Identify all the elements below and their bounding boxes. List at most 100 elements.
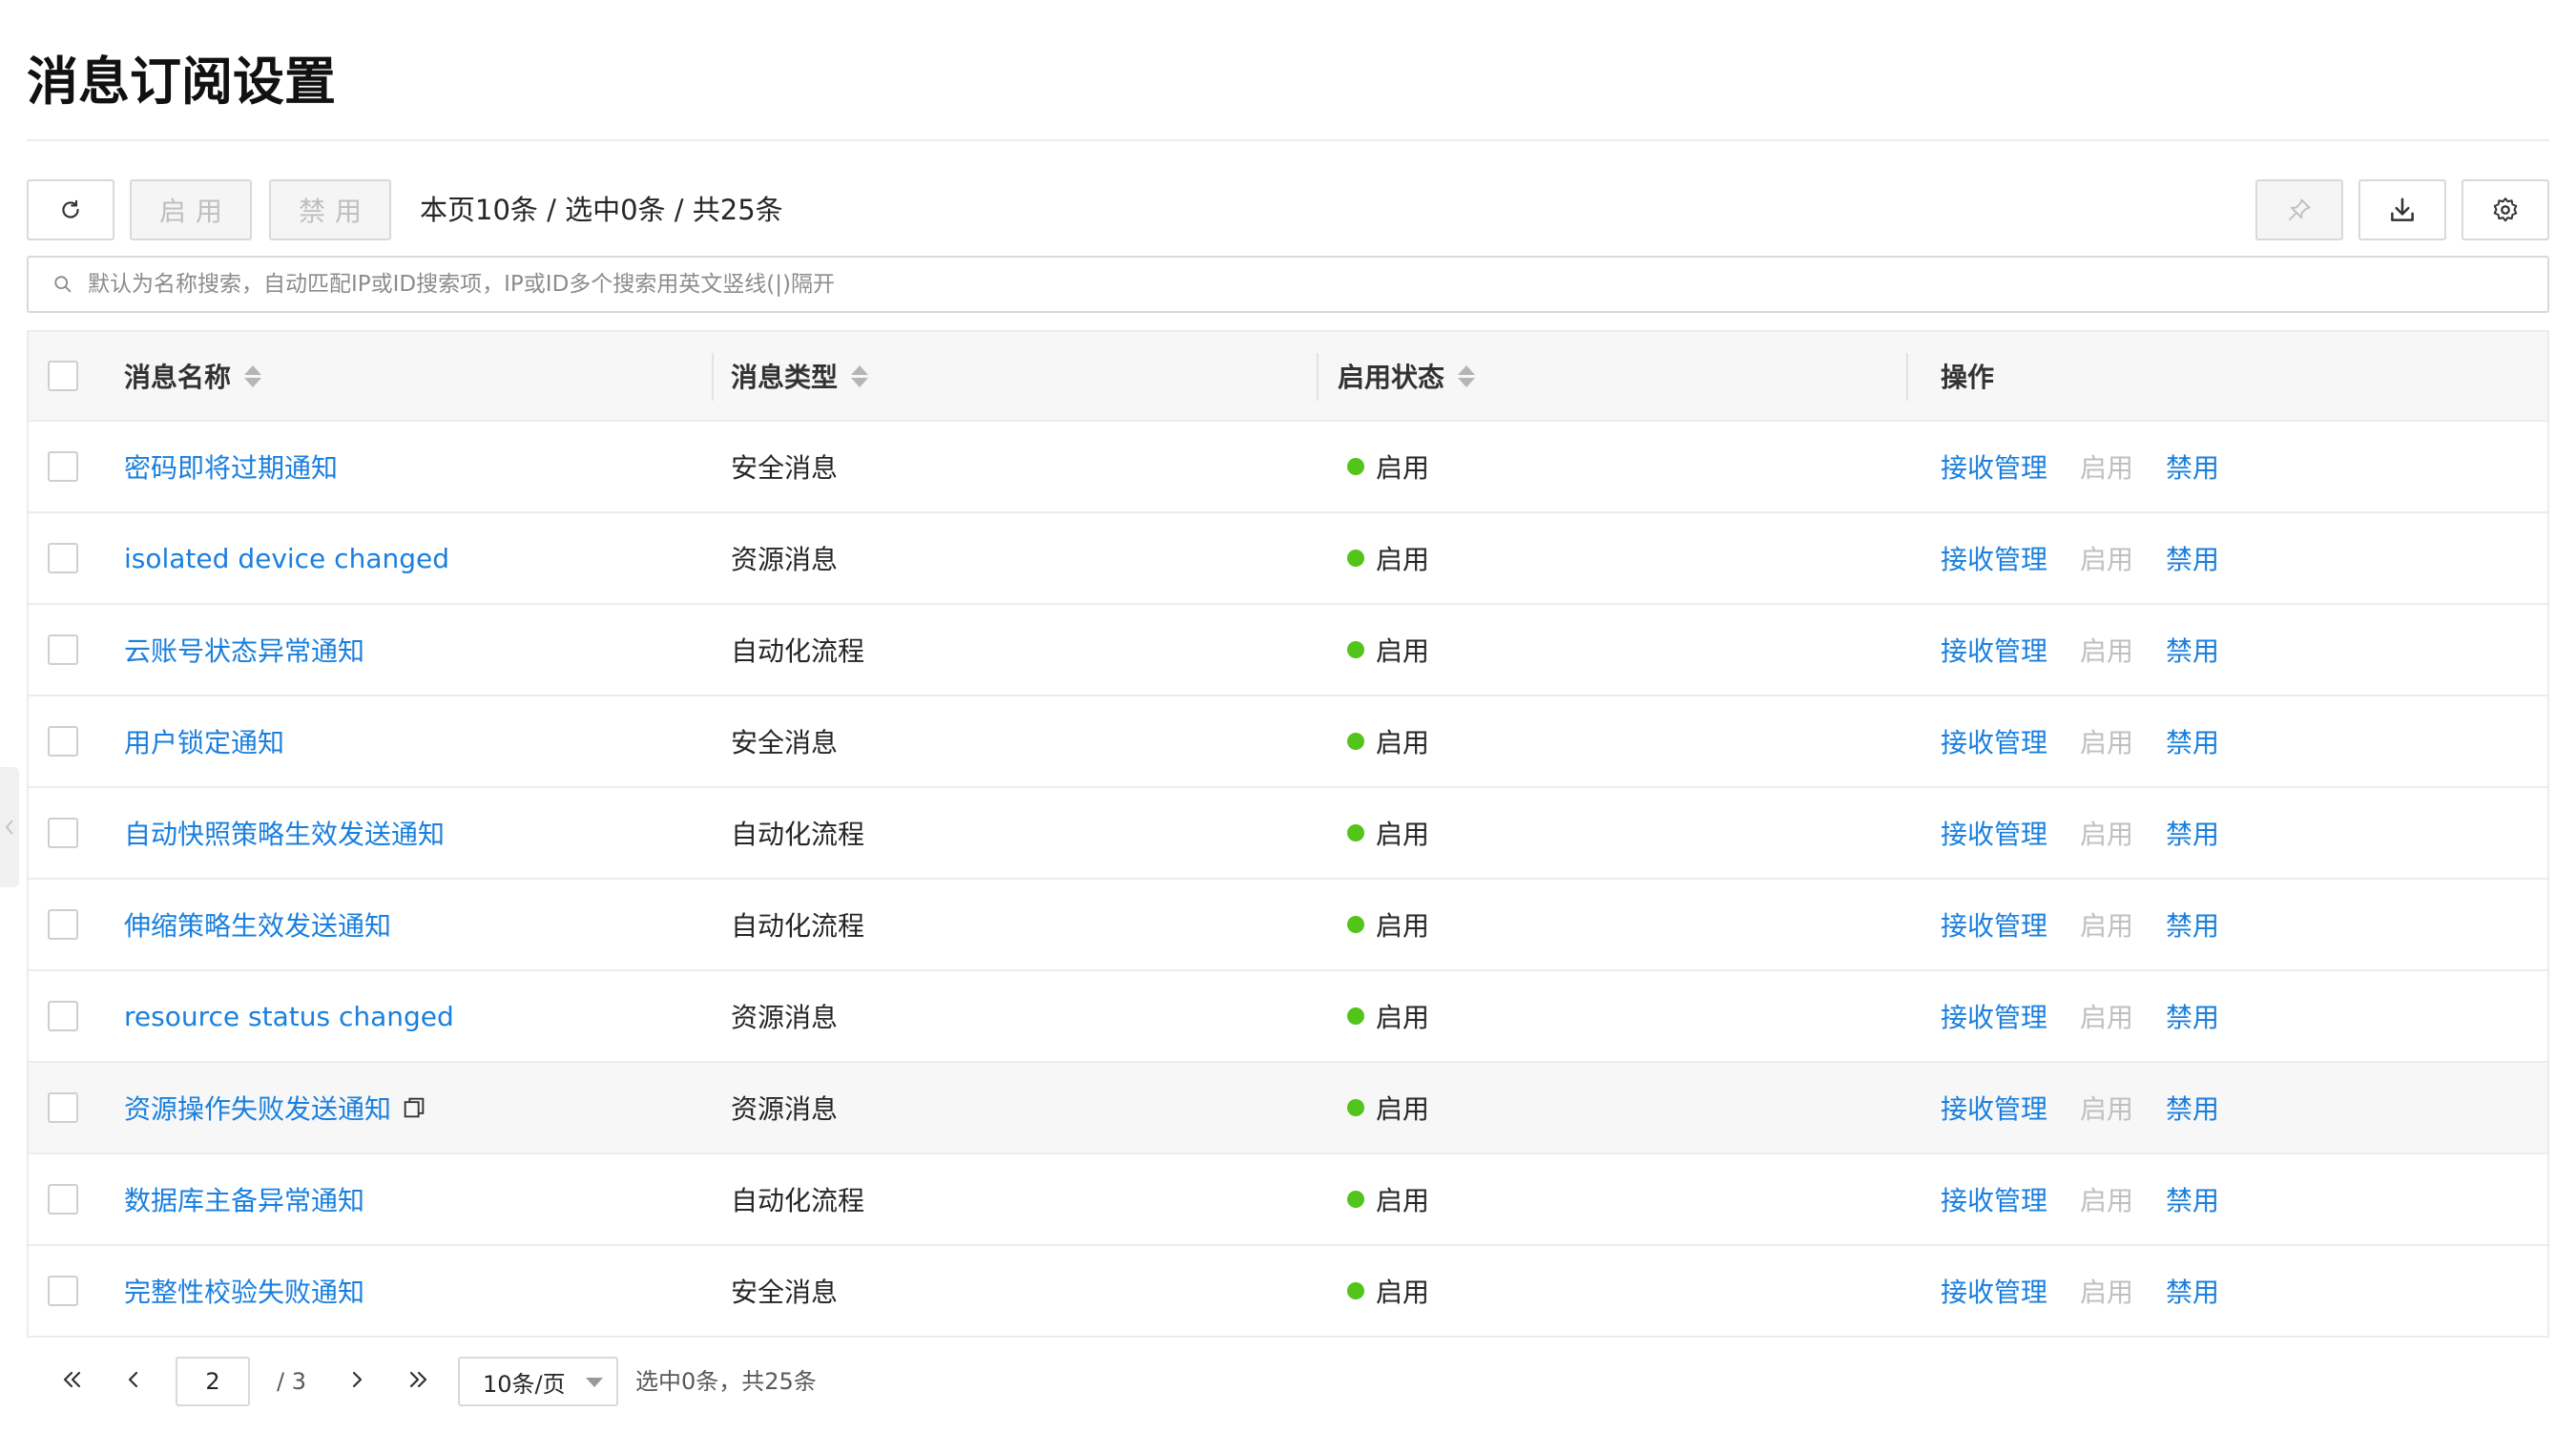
receive-manage-link[interactable]: 接收管理 <box>1941 631 2047 669</box>
message-name-link[interactable]: 自动快照策略生效发送通知 <box>124 814 445 852</box>
table-row[interactable]: isolated device changed 资源消息 启用 接收管理 启用 … <box>29 513 2547 605</box>
message-name-link[interactable]: 用户锁定通知 <box>124 722 284 760</box>
sort-icon[interactable] <box>244 364 262 387</box>
message-type-cell: 自动化流程 <box>731 819 865 850</box>
message-type-cell: 自动化流程 <box>731 635 865 667</box>
message-name-cell: 用户锁定通知 <box>124 696 284 786</box>
column-header-type[interactable]: 消息类型 <box>731 332 869 420</box>
row-checkbox[interactable] <box>48 451 78 482</box>
actions-cell: 接收管理 启用 禁用 <box>1941 1154 2252 1244</box>
actions-cell: 接收管理 启用 禁用 <box>1941 422 2252 511</box>
page: 消息订阅设置 启用 禁用 本页10条 / 选中0条 / 共25条 默认为名称搜索… <box>0 0 2576 1433</box>
disable-button[interactable]: 禁用 <box>269 179 391 240</box>
page-size-select[interactable]: 10条/页 <box>458 1357 618 1406</box>
receive-manage-link[interactable]: 接收管理 <box>1941 539 2047 577</box>
disable-action-link[interactable]: 禁用 <box>2166 539 2219 577</box>
receive-manage-link[interactable]: 接收管理 <box>1941 905 2047 944</box>
row-checkbox[interactable] <box>48 1092 78 1123</box>
receive-manage-link[interactable]: 接收管理 <box>1941 997 2047 1035</box>
receive-manage-link[interactable]: 接收管理 <box>1941 1089 2047 1127</box>
row-select-cell <box>48 422 78 511</box>
sidebar-collapse-handle[interactable] <box>0 767 19 887</box>
column-divider[interactable] <box>712 353 714 401</box>
row-checkbox[interactable] <box>48 634 78 665</box>
prev-page-button[interactable] <box>111 1353 156 1406</box>
status-dot-icon <box>1347 1191 1364 1208</box>
sort-icon[interactable] <box>851 364 869 387</box>
row-checkbox[interactable] <box>48 818 78 848</box>
message-type-cell: 自动化流程 <box>731 910 865 942</box>
disable-action-link[interactable]: 禁用 <box>2166 997 2219 1035</box>
disable-action-link[interactable]: 禁用 <box>2166 1180 2219 1218</box>
disable-action-link[interactable]: 禁用 <box>2166 814 2219 852</box>
receive-manage-link[interactable]: 接收管理 <box>1941 814 2047 852</box>
status-label: 启用 <box>1376 1002 1430 1033</box>
total-pages: / 3 <box>277 1368 306 1395</box>
table-row[interactable]: 伸缩策略生效发送通知 自动化流程 启用 接收管理 启用 禁用 <box>29 880 2547 971</box>
message-name-link[interactable]: 云账号状态异常通知 <box>124 631 364 669</box>
page-number-input[interactable] <box>176 1357 250 1406</box>
receive-manage-link[interactable]: 接收管理 <box>1941 722 2047 760</box>
row-checkbox[interactable] <box>48 1001 78 1031</box>
column-settings-button[interactable] <box>2462 179 2549 240</box>
table-row[interactable]: 数据库主备异常通知 自动化流程 启用 接收管理 启用 禁用 <box>29 1154 2547 1246</box>
status-cell: 启用 <box>1347 422 1429 511</box>
download-button[interactable] <box>2358 179 2446 240</box>
table-row[interactable]: 完整性校验失败通知 安全消息 启用 接收管理 启用 禁用 <box>29 1246 2547 1338</box>
pagination-info: 选中0条，共25条 <box>635 1368 817 1395</box>
first-page-button[interactable] <box>50 1353 95 1406</box>
search-input[interactable] <box>88 272 2530 297</box>
table-row[interactable]: resource status changed 资源消息 启用 接收管理 启用 … <box>29 971 2547 1063</box>
column-header-type-label: 消息类型 <box>731 362 839 393</box>
receive-manage-link[interactable]: 接收管理 <box>1941 1180 2047 1218</box>
select-all-checkbox[interactable] <box>48 361 78 391</box>
table-row[interactable]: 用户锁定通知 安全消息 启用 接收管理 启用 禁用 <box>29 696 2547 788</box>
actions-cell: 接收管理 启用 禁用 <box>1941 696 2252 786</box>
search-bar[interactable] <box>27 256 2549 313</box>
row-select-cell <box>48 880 78 969</box>
pin-button[interactable] <box>2255 179 2343 240</box>
status-dot-icon <box>1347 824 1364 841</box>
row-checkbox[interactable] <box>48 726 78 757</box>
sort-icon[interactable] <box>1458 364 1476 387</box>
table-row[interactable]: 资源操作失败发送通知 资源消息 启用 接收管理 启用 禁用 <box>29 1063 2547 1154</box>
disable-action-link[interactable]: 禁用 <box>2166 1272 2219 1310</box>
column-header-status[interactable]: 启用状态 <box>1338 332 1476 420</box>
disable-action-link[interactable]: 禁用 <box>2166 905 2219 944</box>
actions-cell: 接收管理 启用 禁用 <box>1941 513 2252 603</box>
disable-action-link[interactable]: 禁用 <box>2166 447 2219 486</box>
receive-manage-link[interactable]: 接收管理 <box>1941 447 2047 486</box>
disable-action-link[interactable]: 禁用 <box>2166 722 2219 760</box>
disable-action-link[interactable]: 禁用 <box>2166 631 2219 669</box>
column-header-name[interactable]: 消息名称 <box>124 332 262 420</box>
select-all-cell <box>48 332 78 420</box>
table-row[interactable]: 自动快照策略生效发送通知 自动化流程 启用 接收管理 启用 禁用 <box>29 788 2547 880</box>
message-name-link[interactable]: 完整性校验失败通知 <box>124 1272 364 1310</box>
column-divider[interactable] <box>1906 353 1908 401</box>
message-name-link[interactable]: resource status changed <box>124 1001 454 1032</box>
disable-action-link[interactable]: 禁用 <box>2166 1089 2219 1127</box>
enable-button[interactable]: 启用 <box>130 179 252 240</box>
message-name-cell: 资源操作失败发送通知 <box>124 1063 427 1153</box>
column-divider[interactable] <box>1317 353 1319 401</box>
pin-icon <box>2289 198 2311 220</box>
refresh-button[interactable] <box>27 179 114 240</box>
message-name-link[interactable]: 伸缩策略生效发送通知 <box>124 905 391 944</box>
next-page-button[interactable] <box>334 1353 380 1406</box>
message-name-link[interactable]: isolated device changed <box>124 543 449 574</box>
row-checkbox[interactable] <box>48 1276 78 1306</box>
row-checkbox[interactable] <box>48 909 78 940</box>
table-row[interactable]: 密码即将过期通知 安全消息 启用 接收管理 启用 禁用 <box>29 422 2547 513</box>
status-cell: 启用 <box>1347 1246 1429 1336</box>
download-icon <box>2391 197 2414 221</box>
message-name-link[interactable]: 密码即将过期通知 <box>124 447 338 486</box>
last-page-button[interactable] <box>395 1353 441 1406</box>
column-header-name-label: 消息名称 <box>124 362 232 393</box>
row-checkbox[interactable] <box>48 1184 78 1215</box>
row-checkbox[interactable] <box>48 543 78 573</box>
copy-icon[interactable] <box>401 1094 427 1121</box>
receive-manage-link[interactable]: 接收管理 <box>1941 1272 2047 1310</box>
message-name-link[interactable]: 数据库主备异常通知 <box>124 1180 364 1218</box>
message-name-link[interactable]: 资源操作失败发送通知 <box>124 1089 391 1127</box>
table-row[interactable]: 云账号状态异常通知 自动化流程 启用 接收管理 启用 禁用 <box>29 605 2547 696</box>
